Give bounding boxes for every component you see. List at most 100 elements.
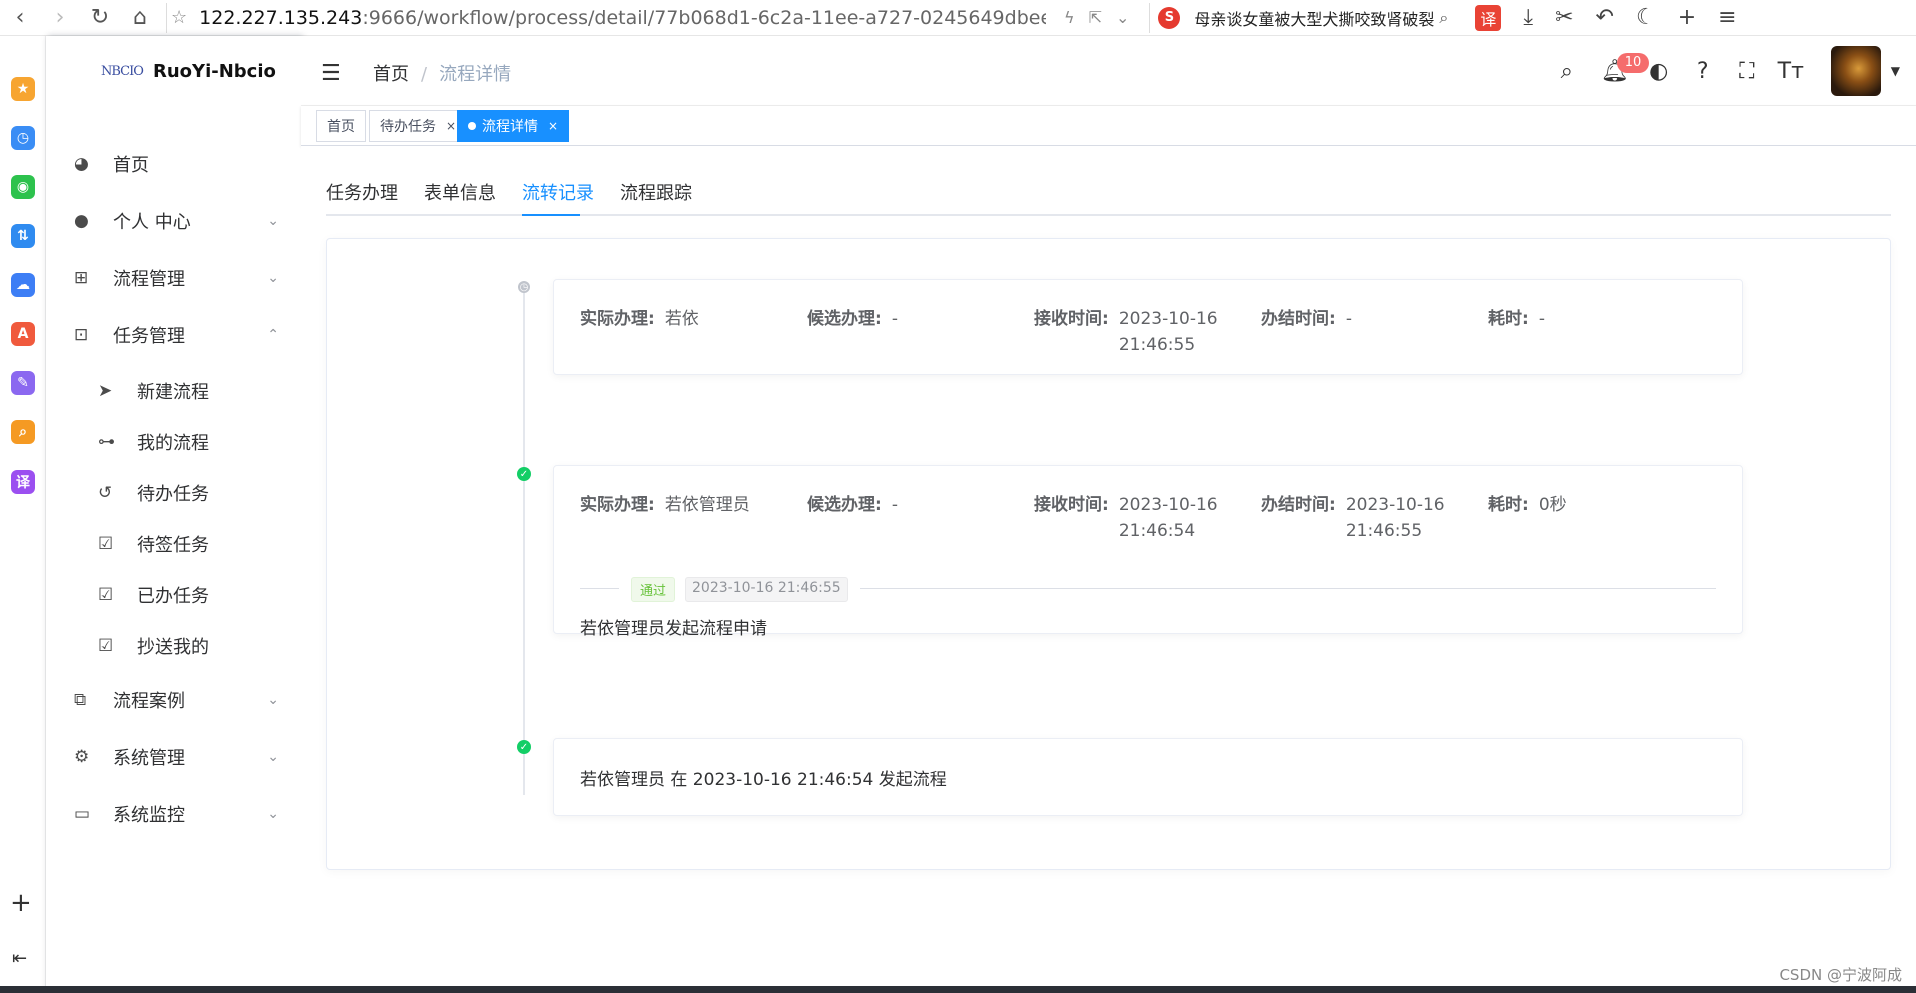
sidebar-item-process-examples[interactable]: ⧉ 流程案例 ⌄ <box>46 672 301 728</box>
tag-todo-tasks[interactable]: 待办任务 × <box>369 110 468 142</box>
comment-text: 若依管理员发起流程申请 <box>580 619 767 639</box>
reload-icon[interactable]: ↻ <box>80 0 120 36</box>
share-icon[interactable]: ⇱ <box>1089 8 1102 27</box>
tab-form-info[interactable]: 表单信息 <box>424 174 496 216</box>
user-icon: ● <box>74 211 89 231</box>
record-field: 办结时间: 2023-10-16 21:46:55 <box>1261 495 1445 541</box>
help-icon[interactable]: ? <box>1681 49 1725 93</box>
sidebar-item-label: 系统监控 <box>113 805 185 826</box>
sidebar-item-cc-me[interactable]: ☑ 抄送我的 <box>46 618 301 674</box>
tag-label: 待办任务 <box>380 119 436 135</box>
tag-process-detail[interactable]: 流程详情 × <box>457 110 570 142</box>
sidebar-item-done-tasks[interactable]: ☑ 已办任务 <box>46 567 301 623</box>
detail-tabs: 任务办理 表单信息 流转记录 流程跟踪 <box>326 174 1891 216</box>
caret-down-icon[interactable]: ▼ <box>1891 64 1900 78</box>
sidebar-item-claim-tasks[interactable]: ☑ 待签任务 <box>46 516 301 572</box>
sidebar-item-process-management[interactable]: ⊞ 流程管理 ⌄ <box>46 250 301 306</box>
search-app-icon[interactable]: ⌕ <box>11 420 35 444</box>
sidebar-item-system-monitor[interactable]: ▭ 系统监控 ⌄ <box>46 786 301 842</box>
search-text[interactable]: 母亲谈女童被大型犬撕咬致肾破裂 <box>1194 6 1439 30</box>
sidebar-item-todo-tasks[interactable]: ↺ 待办任务 <box>46 465 301 521</box>
sidebar-item-label: 新建流程 <box>137 382 209 403</box>
star-icon[interactable]: ☆ <box>171 7 187 28</box>
undo-icon[interactable]: ↶ <box>1596 5 1614 30</box>
app-title: RuoYi-Nbcio <box>153 60 276 82</box>
url-text[interactable]: 122.227.135.243:9666/workflow/process/de… <box>199 7 1046 29</box>
bottom-scrollbar[interactable] <box>0 986 1916 993</box>
address-bar[interactable]: ☆ 122.227.135.243:9666/workflow/process/… <box>166 2 1046 33</box>
sidebar-item-new-process[interactable]: ➤ 新建流程 <box>46 363 301 419</box>
breadcrumb-separator: / <box>421 64 428 85</box>
send-icon: ➤ <box>98 381 113 401</box>
add-app-icon[interactable]: + <box>10 888 32 918</box>
download-icon[interactable]: ⤓ <box>1523 5 1533 30</box>
record-field: 接收时间: 2023-10-16 21:46:54 <box>1034 495 1218 541</box>
task-icon: ⊡ <box>74 325 89 345</box>
edit-app-icon[interactable]: ✎ <box>11 371 35 395</box>
browser-search-box[interactable]: S 母亲谈女童被大型犬撕咬致肾破裂 ⌕ <box>1149 2 1449 33</box>
tags-view: 首页 待办任务 × 流程详情 × <box>301 106 1916 146</box>
cloud-app-icon[interactable]: ☁ <box>11 273 35 297</box>
translate-app-icon[interactable]: 译 <box>11 470 35 494</box>
sidebar-item-my-process[interactable]: ⊶ 我的流程 <box>46 414 301 470</box>
comment-time: 2023-10-16 21:46:55 <box>685 577 848 602</box>
pdf-app-icon[interactable]: A <box>11 322 35 346</box>
clock-icon: ◷ <box>518 281 530 293</box>
hamburger-icon[interactable]: ☰ <box>321 61 341 86</box>
history-icon: ↺ <box>98 483 113 503</box>
chevron-down-icon[interactable]: ⌄ <box>1116 8 1129 27</box>
sidebar-logo[interactable]: NBCIO RuoYi-Nbcio <box>46 36 301 106</box>
checkbox-icon: ☑ <box>98 534 114 554</box>
search-icon[interactable]: ⌕ <box>1545 49 1589 93</box>
chevron-up-icon: ⌃ <box>267 327 279 343</box>
search-icon[interactable]: ⌕ <box>1439 8 1448 28</box>
tab-task-handle[interactable]: 任务办理 <box>326 174 398 216</box>
tab-process-tracking[interactable]: 流程跟踪 <box>620 174 692 216</box>
back-icon[interactable]: ‹ <box>0 0 40 36</box>
sidebar-item-label: 待签任务 <box>137 535 209 556</box>
active-tab-indicator <box>522 214 580 216</box>
record-field: 候选办理: - <box>807 309 898 329</box>
app-rail: ★ ◷ ◉ ⇅ ☁ A ✎ ⌕ 译 <box>0 36 46 993</box>
sidebar-item-home[interactable]: ◕ 首页 <box>46 136 301 192</box>
tag-home[interactable]: 首页 <box>316 110 366 142</box>
sidebar-item-task-management[interactable]: ⊡ 任务管理 ⌃ <box>46 307 301 363</box>
app-main: 任务办理 表单信息 流转记录 流程跟踪 ◷ 实际办理: 若依 候选办理: - 接收时… <box>301 146 1916 993</box>
night-mode-icon[interactable]: ☾ <box>1636 5 1656 30</box>
collapse-rail-icon[interactable]: ⇤ <box>12 948 27 969</box>
sidebar-item-profile[interactable]: ● 个人 中心 ⌄ <box>46 193 301 249</box>
forward-icon[interactable]: › <box>40 0 80 36</box>
translate-icon[interactable]: 译 <box>1475 4 1502 31</box>
close-icon[interactable]: × <box>548 119 558 133</box>
breadcrumb-home[interactable]: 首页 <box>373 64 409 85</box>
clock-app-icon[interactable]: ◷ <box>11 126 35 150</box>
browser-menu-icon[interactable]: ≡ <box>1718 5 1736 30</box>
fullscreen-icon[interactable]: ⛶ <box>1725 49 1769 93</box>
github-icon[interactable]: ◐ <box>1637 49 1681 93</box>
flow-record-card: ◷ 实际办理: 若依 候选办理: - 接收时间: 2023-10-16 21:46:5… <box>326 238 1891 870</box>
transfer-app-icon[interactable]: ⇅ <box>11 224 35 248</box>
sidebar-item-label: 流程案例 <box>113 691 185 712</box>
favorites-app-icon[interactable]: ★ <box>11 77 35 101</box>
new-tab-icon[interactable]: + <box>1678 5 1696 30</box>
chevron-down-icon: ⌄ <box>267 270 279 286</box>
font-size-icon[interactable]: Tт <box>1769 49 1813 93</box>
process-icon: ⊞ <box>74 268 89 288</box>
scissors-icon[interactable]: ✂ <box>1555 5 1573 30</box>
wechat-app-icon[interactable]: ◉ <box>11 175 35 199</box>
sidebar-item-label: 任务管理 <box>113 326 185 347</box>
tree-icon: ⊶ <box>98 432 115 452</box>
bell-icon[interactable]: 🔔︎ 10 <box>1593 49 1650 93</box>
url-host: 122.227.135.243 <box>199 6 363 29</box>
sidebar-item-system-management[interactable]: ⚙ 系统管理 ⌄ <box>46 729 301 785</box>
avatar[interactable] <box>1830 46 1881 96</box>
close-icon[interactable]: × <box>446 119 456 133</box>
puzzle-icon: ⧉ <box>74 690 87 710</box>
watermark: CSDN @宁波阿成 <box>1779 966 1902 984</box>
chevron-down-icon: ⌄ <box>267 213 279 229</box>
tab-flow-record[interactable]: 流转记录 <box>522 174 594 216</box>
lightning-icon[interactable]: ϟ <box>1064 8 1075 27</box>
sidebar-item-label: 待办任务 <box>137 484 209 505</box>
sidebar-item-label: 已办任务 <box>137 586 209 607</box>
home-icon[interactable]: ⌂ <box>120 0 160 36</box>
